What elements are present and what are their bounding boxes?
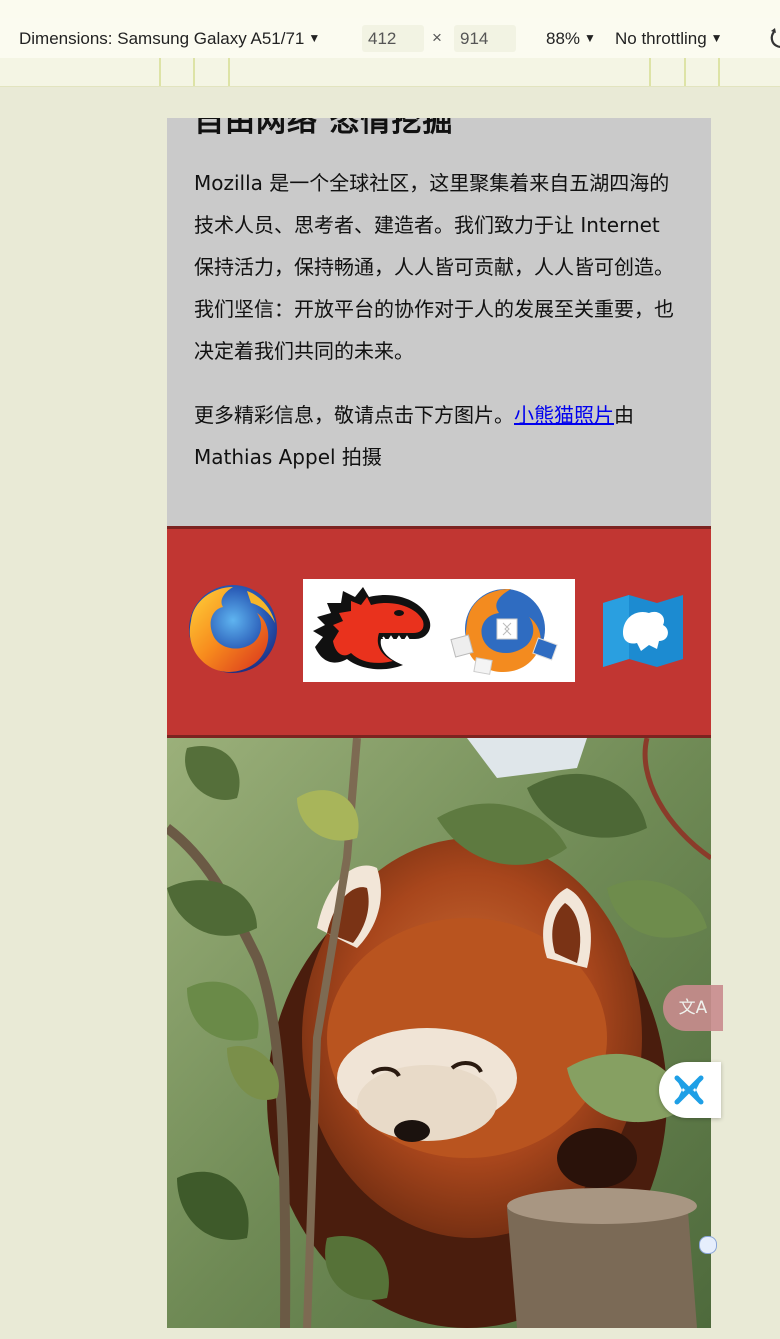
media-query-ruler[interactable]: [0, 58, 780, 87]
logo-band: [167, 526, 711, 738]
ruler-marker: [193, 58, 195, 86]
ruler-marker: [228, 58, 230, 86]
firefox-os-logo[interactable]: [601, 595, 685, 667]
ruler-marker: [718, 58, 720, 86]
page-heading: 自由网络 恣情挖掘: [194, 118, 454, 139]
times-icon: ×: [432, 28, 442, 47]
chevron-down-icon: ▼: [710, 31, 723, 45]
extension-button[interactable]: [659, 1062, 721, 1118]
photo-credit-paragraph: 更多精彩信息，敬请点击下方图片。小熊猫照片由 Mathias Appel 拍摄: [194, 394, 686, 478]
device-viewport: 自由网络 恣情挖掘 Mozilla 是一个全球社区，这里聚集着来自五湖四海的 技…: [167, 118, 711, 1328]
devtools-device-toolbar: Dimensions: Samsung Galaxy A51/71 ▼ 412 ×…: [0, 0, 780, 59]
intro-section: 自由网络 恣情挖掘 Mozilla 是一个全球社区，这里聚集着来自五湖四海的 技…: [167, 118, 711, 526]
rotate-icon[interactable]: [768, 26, 780, 50]
intro-paragraph: Mozilla 是一个全球社区，这里聚集着来自五湖四海的 技术人员、思考者、建造…: [194, 171, 674, 363]
device-dimensions-label: Dimensions: Samsung Galaxy A51/71: [19, 29, 305, 48]
throttling-dropdown[interactable]: No throttling ▼: [615, 26, 723, 51]
width-input[interactable]: 412: [362, 25, 424, 52]
firefox-logo[interactable]: [183, 581, 283, 681]
red-panda-photo[interactable]: [167, 738, 711, 1328]
translate-icon: 文A: [678, 998, 708, 1018]
assistant-icon[interactable]: [699, 1236, 717, 1254]
ruler-marker: [159, 58, 161, 86]
red-panda-photo-link[interactable]: 小熊猫照片: [514, 403, 614, 427]
firefox-puzzle-logo[interactable]: [439, 579, 575, 682]
ruler-marker: [684, 58, 686, 86]
height-input[interactable]: 914: [454, 25, 516, 52]
toolbar-top-strip: [0, 0, 780, 18]
zoom-label: 88%: [546, 29, 581, 48]
device-dimensions-dropdown[interactable]: Dimensions: Samsung Galaxy A51/71 ▼: [19, 26, 320, 51]
throttling-label: No throttling: [615, 29, 707, 48]
translate-button[interactable]: 文A: [663, 985, 723, 1031]
mozilla-dinosaur-logo[interactable]: [303, 579, 439, 682]
zoom-dropdown[interactable]: 88% ▼: [546, 26, 596, 51]
chevron-down-icon: ▼: [584, 31, 596, 45]
credit-text-before: 更多精彩信息，敬请点击下方图片。: [194, 403, 514, 427]
ruler-marker: [649, 58, 651, 86]
chevron-down-icon: ▼: [308, 31, 321, 45]
butterfly-icon: [674, 1075, 704, 1105]
